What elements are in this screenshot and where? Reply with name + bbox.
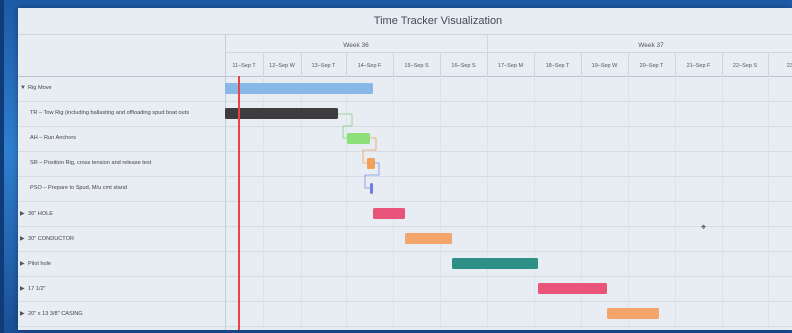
task-bar[interactable] [225,83,373,94]
task-bar[interactable] [405,233,452,244]
task-bar[interactable] [452,258,538,269]
today-marker [238,76,240,330]
mouse-cursor-icon: ⌖ [701,222,707,232]
task-bar[interactable] [367,158,375,169]
window-edge [0,0,4,333]
task-bar[interactable] [538,283,607,294]
dependency-links [338,113,380,189]
task-bar[interactable] [373,208,405,219]
task-bar[interactable] [225,108,338,119]
task-bar[interactable] [607,308,659,319]
task-bar[interactable] [347,133,370,144]
gantt-panel: Time Tracker Visualization Week 36 Week … [18,8,792,330]
task-bar[interactable] [370,183,373,194]
